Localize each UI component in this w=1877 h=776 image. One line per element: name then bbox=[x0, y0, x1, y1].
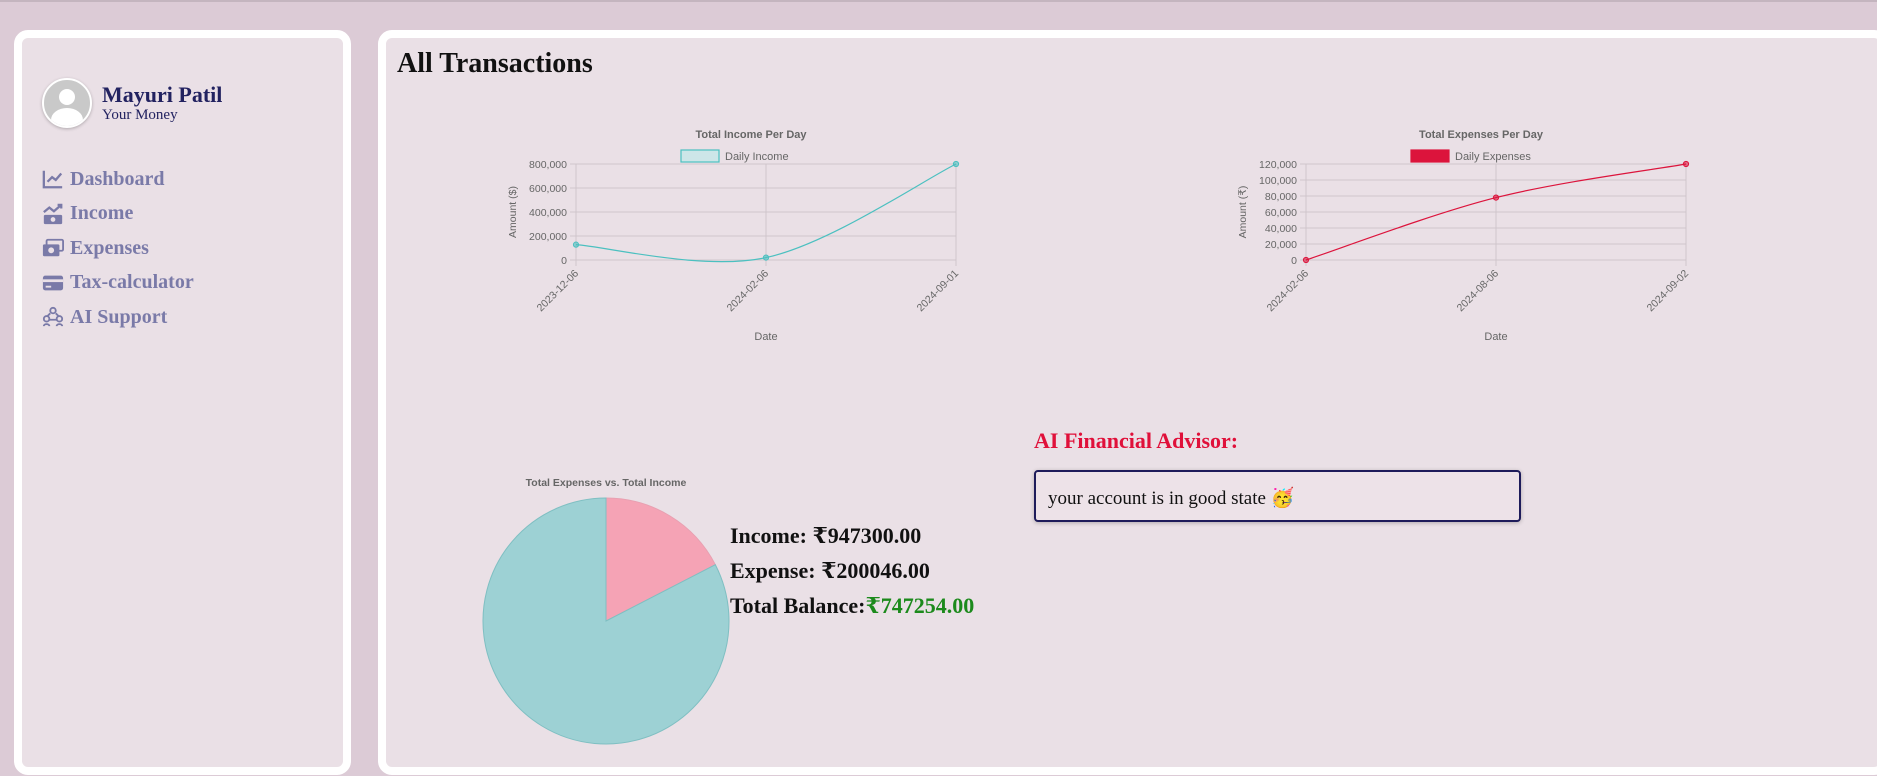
user-name: Mayuri Patil bbox=[102, 81, 223, 107]
income-expense-pie-chart: Total Expenses vs. Total Income bbox=[456, 438, 756, 768]
balance-total-row: Total Balance:₹747254.00 bbox=[730, 588, 974, 623]
page-title: All Transactions bbox=[397, 48, 593, 79]
legend-label: Daily Income bbox=[725, 151, 789, 163]
x-tick-label: 2023-12-06 bbox=[535, 268, 582, 315]
income-total-value: ₹947300.00 bbox=[812, 523, 922, 548]
balance-total-value: ₹747254.00 bbox=[865, 593, 975, 618]
x-tick-label: 2024-09-02 bbox=[1645, 268, 1692, 315]
y-tick-label: 120,000 bbox=[1259, 159, 1297, 171]
chart-title: Total Expenses Per Day bbox=[1419, 129, 1544, 141]
advisor-message: your account is in good state 🥳 bbox=[1048, 488, 1295, 509]
y-tick-label: 400,000 bbox=[529, 207, 567, 219]
y-tick-label: 20,000 bbox=[1265, 239, 1297, 251]
sidebar-item-label: Expenses bbox=[70, 236, 149, 259]
sidebar-item-dashboard[interactable]: Dashboard bbox=[42, 162, 194, 197]
data-point bbox=[762, 254, 770, 261]
avatar bbox=[42, 78, 92, 128]
chart-title: Total Expenses vs. Total Income bbox=[526, 477, 687, 489]
advisor-message-box: your account is in good state 🥳 bbox=[1034, 470, 1521, 522]
y-tick-label: 600,000 bbox=[529, 183, 567, 195]
chart-title: Total Income Per Day bbox=[695, 129, 807, 141]
user-subtitle: Your Money bbox=[102, 106, 178, 123]
money-trend-icon bbox=[43, 203, 63, 224]
data-point bbox=[572, 241, 580, 248]
line-chart-svg: Total Income Per Day Daily Income 0 200,000… bbox=[507, 129, 962, 343]
people-group-icon bbox=[42, 307, 64, 327]
expense-total-value: ₹200046.00 bbox=[821, 558, 930, 583]
sidebar-item-income[interactable]: Income bbox=[42, 197, 194, 232]
sidebar-item-label: Income bbox=[70, 202, 134, 225]
sidebar-item-tax-calculator[interactable]: Tax-calculator bbox=[42, 266, 194, 301]
y-tick-label: 0 bbox=[1291, 255, 1297, 267]
legend-label: Daily Expenses bbox=[1455, 151, 1531, 163]
x-axis-label: Date bbox=[1484, 331, 1507, 343]
y-tick-label: 100,000 bbox=[1259, 175, 1297, 187]
balance-total-label: Total Balance: bbox=[730, 593, 866, 618]
x-tick-label: 2024-09-01 bbox=[915, 268, 962, 315]
data-point bbox=[952, 160, 960, 168]
expense-line-chart: Total Expenses Per Day Daily Expenses 0 20,… bbox=[1226, 108, 1706, 408]
income-total-label: Income: bbox=[730, 523, 813, 548]
window-top-border bbox=[0, 0, 1877, 2]
legend-swatch bbox=[1410, 149, 1450, 163]
pie-chart-svg: Total Expenses vs. Total Income bbox=[482, 477, 730, 745]
x-tick-label: 2024-02-06 bbox=[1265, 268, 1312, 315]
line-chart-svg: Total Expenses Per Day Daily Expenses 0 20,… bbox=[1237, 129, 1692, 343]
data-point bbox=[1682, 160, 1690, 168]
x-tick-label: 2024-08-06 bbox=[1455, 268, 1502, 315]
legend-swatch bbox=[680, 149, 720, 163]
data-point bbox=[1302, 256, 1310, 264]
y-tick-label: 800,000 bbox=[529, 159, 567, 171]
totals-summary: Income: ₹947300.00 Expense: ₹200046.00 T… bbox=[730, 518, 974, 623]
sidebar-item-label: Tax-calculator bbox=[70, 271, 194, 294]
data-point bbox=[1492, 194, 1500, 201]
money-bills-icon bbox=[42, 239, 64, 257]
y-axis-label: Amount ($) bbox=[507, 186, 519, 238]
income-line-chart: Total Income Per Day Daily Income 0 200,000… bbox=[496, 108, 976, 408]
sidebar-item-ai-support[interactable]: AI Support bbox=[42, 300, 194, 335]
sidebar-item-label: Dashboard bbox=[70, 167, 165, 190]
credit-card-icon bbox=[42, 275, 64, 291]
income-total-row: Income: ₹947300.00 bbox=[730, 518, 974, 553]
advisor-title: AI Financial Advisor: bbox=[1034, 428, 1239, 453]
user-profile: Mayuri Patil Your Money bbox=[42, 78, 222, 128]
x-axis-label: Date bbox=[754, 331, 777, 343]
y-tick-label: 0 bbox=[561, 255, 567, 267]
y-tick-label: 80,000 bbox=[1265, 191, 1297, 203]
sidebar-item-label: AI Support bbox=[70, 305, 168, 328]
y-tick-label: 60,000 bbox=[1265, 207, 1297, 219]
sidebar-item-expenses[interactable]: Expenses bbox=[42, 231, 194, 266]
expense-total-row: Expense: ₹200046.00 bbox=[730, 553, 974, 588]
y-tick-label: 40,000 bbox=[1265, 223, 1297, 235]
y-tick-label: 200,000 bbox=[529, 231, 567, 243]
sidebar: Mayuri Patil Your Money Dashboard Income bbox=[14, 30, 351, 775]
chart-line-icon bbox=[42, 171, 63, 189]
sidebar-nav: Dashboard Income Expenses Tax-calculator… bbox=[42, 162, 194, 335]
x-tick-label: 2024-02-06 bbox=[725, 268, 772, 315]
main-content: All Transactions Total Income Per Day Dai… bbox=[378, 30, 1877, 775]
expense-total-label: Expense: bbox=[730, 558, 822, 583]
y-axis-label: Amount (₹) bbox=[1237, 186, 1249, 239]
